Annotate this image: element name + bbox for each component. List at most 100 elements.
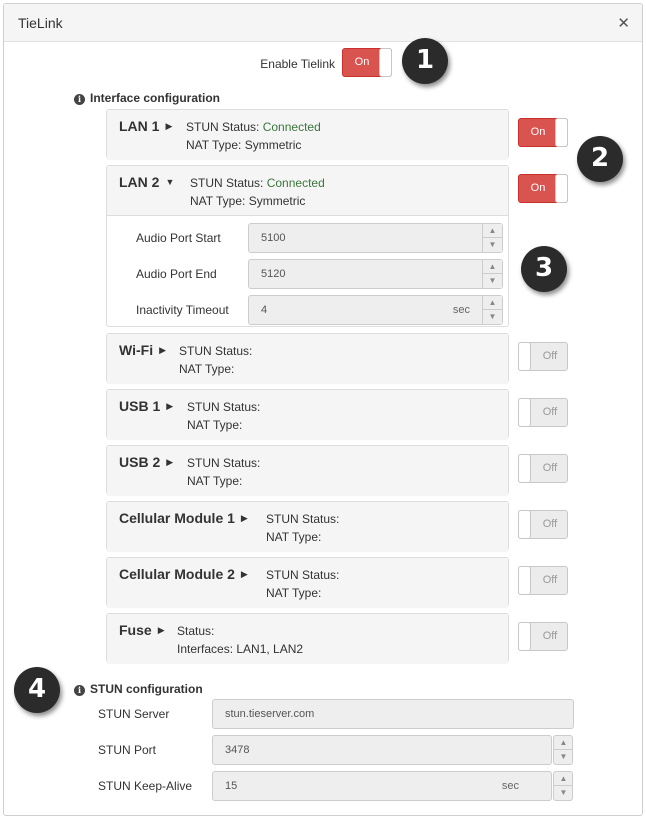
chevron-down-icon[interactable]: ▼ [554,750,573,764]
status-value: Connected [266,176,325,190]
panel-title[interactable]: USB 2 ▶ [119,454,173,470]
unit-label: sec [501,780,519,792]
panel-header: LAN 2 ▼ STUN Status: Connected NAT Type: Sy… [107,166,508,216]
panel-title[interactable]: Cellular Module 1 ▶ [119,510,248,526]
number-spinner[interactable]: ▲ ▼ [482,260,502,288]
interface-name: LAN 1 [119,118,160,134]
nat-type-line: NAT Type: [266,530,322,544]
interface-panel-cellular-module-1: Cellular Module 1 ▶ STUN Status: NAT Type: [106,501,509,552]
chevron-up-icon[interactable]: ▲ [483,260,502,274]
caret-right-icon[interactable]: ▶ [241,513,248,523]
interface-config-title: i Interface configuration [74,91,220,105]
stun-row-stun-keep-alive: STUN Keep-Alive 15 sec ▲ ▼ [4,771,642,801]
toggle-knob [518,342,531,371]
toggle-cellular-module-1[interactable]: Off [518,510,568,539]
stun-keep-alive-input[interactable]: 15 sec ▲ ▼ [212,771,573,801]
caret-right-icon[interactable]: ▶ [159,345,166,355]
number-spinner[interactable]: ▲ ▼ [553,735,573,765]
field-row-audio-port-start: Audio Port Start 5100 ▲ ▼ [107,223,508,253]
field-label: Audio Port Start [136,231,221,245]
close-icon[interactable]: ✕ [617,14,630,32]
status-line: STUN Status: [266,566,339,584]
toggle-state-text: Off [542,406,558,418]
status-line: STUN Status: [179,342,252,360]
toggle-lan-2[interactable]: On [518,174,568,203]
nat-type-line: NAT Type: Symmetric [190,194,306,208]
stun-config-title: i STUN configuration [74,682,203,696]
interface-config-title-text: Interface configuration [90,91,221,105]
stun-port-input[interactable]: 3478 ▲ ▼ [212,735,573,765]
caret-right-icon[interactable]: ▶ [166,457,173,467]
interface-panel-cellular-module-2: Cellular Module 2 ▶ STUN Status: NAT Type: [106,557,509,608]
chevron-down-icon[interactable]: ▼ [554,786,573,800]
chevron-up-icon[interactable]: ▲ [483,296,502,310]
panel-header: Wi-Fi ▶ STUN Status: NAT Type: [107,334,508,384]
status-line: STUN Status: [187,454,260,472]
caret-down-icon[interactable]: ▼ [165,177,174,187]
status-label: STUN Status: [186,120,260,134]
caret-right-icon[interactable]: ▶ [158,625,165,635]
caret-right-icon[interactable]: ▶ [241,569,248,579]
dialog-title: TieLink [18,15,63,31]
unit-label: sec [452,304,470,316]
stun-row-stun-port: STUN Port 3478 ▲ ▼ [4,735,642,765]
chevron-down-icon[interactable]: ▼ [483,310,502,324]
audio-port-start-input[interactable]: 5100 ▲ ▼ [248,223,503,253]
info-icon: i [74,94,85,105]
toggle-knob [518,622,531,651]
stun-config-title-text: STUN configuration [90,682,203,696]
interface-status: STUN Status: NAT Type: [187,454,260,490]
panel-title[interactable]: LAN 2 ▼ [119,174,174,190]
panel-title[interactable]: Cellular Module 2 ▶ [119,566,248,582]
chevron-up-icon[interactable]: ▲ [554,772,573,786]
interface-panel-usb-2: USB 2 ▶ STUN Status: NAT Type: [106,445,509,496]
interface-name: Cellular Module 2 [119,566,235,582]
field-label: STUN Port [98,743,157,757]
status-label: STUN Status: [190,176,264,190]
toggle-knob [379,48,392,77]
status-line: STUN Status: Connected [190,174,325,192]
number-spinner[interactable]: ▲ ▼ [482,296,502,324]
caret-right-icon[interactable]: ▶ [165,121,172,131]
nat-type-line: NAT Type: [266,586,322,600]
panel-title[interactable]: USB 1 ▶ [119,398,173,414]
field-row-inactivity-timeout: Inactivity Timeout 4 sec ▲ ▼ [107,295,508,325]
panel-title[interactable]: LAN 1 ▶ [119,118,172,134]
inactivity-timeout-input[interactable]: 4 sec ▲ ▼ [248,295,503,325]
toggle-state-text: On [530,126,546,138]
audio-port-end-input[interactable]: 5120 ▲ ▼ [248,259,503,289]
interface-name: Cellular Module 1 [119,510,235,526]
status-label: STUN Status: [266,568,340,582]
stun-server-input[interactable]: stun.tieserver.com [212,699,574,729]
nat-type-line: NAT Type: Symmetric [186,138,302,152]
field-value: 3478 [225,744,250,756]
chevron-up-icon[interactable]: ▲ [483,224,502,238]
toggle-wi-fi[interactable]: Off [518,342,568,371]
panel-title[interactable]: Wi-Fi ▶ [119,342,166,358]
interface-panel-lan-1: LAN 1 ▶ STUN Status: Connected NAT Type: Sy… [106,109,509,160]
toggle-fuse[interactable]: Off [518,622,568,651]
chevron-up-icon[interactable]: ▲ [554,736,573,750]
number-spinner[interactable]: ▲ ▼ [482,224,502,252]
status-line: STUN Status: [187,398,260,416]
panel-header: Fuse ▶ Status: Interfaces: LAN1, LAN2 [107,614,508,664]
enable-tielink-toggle[interactable]: On [342,48,392,77]
interface-status: STUN Status: NAT Type: [266,510,339,546]
panel-header: USB 2 ▶ STUN Status: NAT Type: [107,446,508,496]
panel-title[interactable]: Fuse ▶ [119,622,165,638]
status-label: Status: [177,624,215,638]
chevron-down-icon[interactable]: ▼ [483,274,502,288]
toggle-state-text: Off [542,350,558,362]
toggle-usb-2[interactable]: Off [518,454,568,483]
toggle-cellular-module-2[interactable]: Off [518,566,568,595]
status-label: STUN Status: [266,512,340,526]
interface-status: STUN Status: NAT Type: [187,398,260,434]
chevron-down-icon[interactable]: ▼ [483,238,502,252]
enable-tielink-label: Enable Tielink [260,57,335,71]
caret-right-icon[interactable]: ▶ [166,401,173,411]
number-spinner[interactable]: ▲ ▼ [553,771,573,801]
callout-badge-1: 1 [402,38,448,84]
interface-status: STUN Status: NAT Type: [266,566,339,602]
toggle-lan-1[interactable]: On [518,118,568,147]
toggle-usb-1[interactable]: Off [518,398,568,427]
